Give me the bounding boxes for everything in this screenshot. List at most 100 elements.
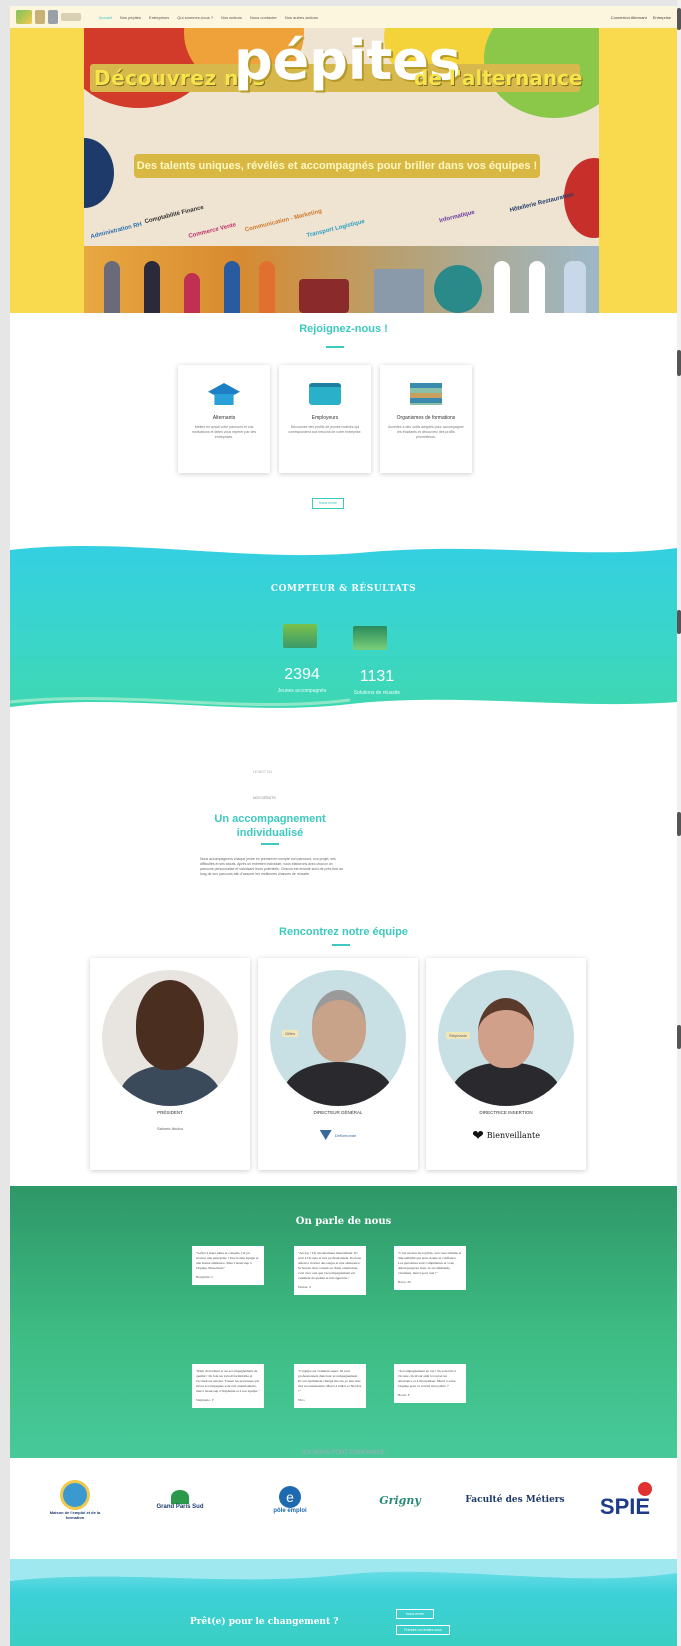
testimonial-author: Stéphanie. V	[196, 1398, 215, 1402]
cta-appointment-button[interactable]: Prendre un rendez-vous	[396, 1625, 450, 1635]
section-text: Nous accompagnons chaque jeune en prenan…	[200, 857, 343, 876]
partner-logo-icon	[60, 1480, 90, 1510]
partner-logo[interactable]: Grigny	[360, 1476, 440, 1524]
section-label: NOS DÉBUTS	[253, 796, 276, 800]
nav-item-contact[interactable]: Nous contacter	[250, 15, 277, 20]
team-title: Rencontrez notre équipe	[279, 926, 408, 938]
partner-name: SPIE	[599, 1494, 651, 1519]
illustration-figure	[104, 261, 120, 313]
testimonial-text: "Rien d'excellent et un accompagnement d…	[196, 1369, 260, 1393]
avatar-body	[120, 1065, 220, 1106]
testimonial-card: "Accompagnement au top ! Ils sont très à…	[394, 1364, 466, 1403]
title-underline	[326, 346, 344, 348]
avatar: Gilles	[270, 970, 406, 1106]
illustration-figure	[184, 273, 200, 313]
header-bar: Accueil Nos pépites Entreprises Qui somm…	[10, 6, 677, 28]
cta-section: Prêt(e) pour le changement ? Nous écrire…	[10, 1559, 677, 1646]
avatar-body	[284, 1062, 392, 1106]
books-icon	[410, 383, 442, 405]
testimonial-author: Benjamin. L	[196, 1275, 214, 1279]
name-tag: Stéphanie	[446, 1032, 471, 1039]
nav-item-qui-sommes-nous[interactable]: Qui sommes-nous ?	[177, 15, 213, 20]
testimonial-author: Bouri. F	[398, 1393, 410, 1397]
testimonial-text: "Grâce à leurs idées et conseils, j'ai p…	[196, 1251, 259, 1270]
company-logo: Défiomonde	[298, 1122, 378, 1148]
contact-button[interactable]: Nous écrire	[312, 498, 344, 509]
partner-name: Maison de l'emploi et de la formation	[49, 1510, 101, 1520]
partner-logo[interactable]: Maison de l'emploi et de la formation	[40, 1476, 110, 1524]
avatar-head	[478, 998, 534, 1068]
testimonial-card: "C'est un lieu incroyable, avec une atti…	[394, 1246, 466, 1290]
nav-item-pepites[interactable]: Nos pépites	[120, 15, 141, 20]
card-alternants[interactable]: Alternants Mettez en avant votre parcour…	[178, 365, 270, 473]
section-title: Un accompagnement individualisé	[214, 813, 326, 839]
web-page: Accueil Nos pépites Entreprises Qui somm…	[10, 6, 677, 1646]
partner-name: pôle emploi	[273, 1508, 307, 1514]
graduation-cap-icon	[208, 383, 240, 405]
partner-logo[interactable]: SPIE	[585, 1476, 665, 1524]
avatar-head	[136, 980, 204, 1070]
testimonial-card: "Grâce à leurs idées et conseils, j'ai p…	[192, 1246, 264, 1285]
partner-logo[interactable]: Faculté des Métiers	[465, 1476, 565, 1524]
card-employeurs[interactable]: Employeurs Découvrez des profils de jeun…	[279, 365, 371, 473]
pole-emploi-icon: e	[279, 1486, 301, 1508]
title-underline	[332, 944, 350, 946]
illustration-figure	[259, 261, 275, 313]
card-title: Employeurs	[311, 415, 339, 421]
scroll-marker	[677, 610, 681, 634]
partner-name: Grand Paris Sud	[156, 1504, 204, 1510]
testimonial-text: "C'est un lieu incroyable, avec une atti…	[398, 1251, 462, 1275]
people-group-icon	[283, 624, 317, 648]
avatar: Stéphanie	[438, 970, 574, 1106]
wave-decoration	[10, 542, 677, 737]
team-card-president[interactable]: PRÉSIDENT Salomé Abdou	[90, 958, 250, 1170]
tech-figure	[434, 265, 482, 313]
briefcase-icon	[309, 383, 341, 405]
card-title: Alternants	[212, 415, 236, 421]
company-logo: ❤ Bienveillante	[466, 1122, 546, 1148]
scroll-thumb[interactable]	[677, 8, 681, 30]
cta-contact-button[interactable]: Nous écrire	[396, 1609, 434, 1619]
category-label: Commerce Vente	[187, 222, 237, 240]
partners-title: ILS NOUS FONT CONFIANCE	[302, 1450, 385, 1456]
partner-logo[interactable]: e pôle emploi	[255, 1476, 325, 1524]
logo-icon	[48, 10, 58, 24]
testimonial-text: "L'équipe est vraiment super. Ils sont p…	[298, 1369, 362, 1393]
nav-item-entreprises[interactable]: Entreprises	[149, 15, 169, 20]
partner-logo[interactable]: Grand Paris Sud	[140, 1476, 220, 1524]
login-entreprise-link[interactable]: Entreprise	[653, 15, 671, 20]
nav-item-actions[interactable]: Nos actions	[221, 15, 242, 20]
login-alternant-link[interactable]: Connexion Alternant	[611, 15, 647, 20]
success-icon	[353, 626, 387, 650]
illustration-figure	[494, 261, 510, 313]
testimonial-card: "L'équipe est vraiment super. Ils sont p…	[294, 1364, 366, 1408]
testimonial-card: "Au top ! Un encadrement bienveillant. I…	[294, 1246, 366, 1295]
testimonials-section: On parle de nous "Grâce à leurs idées et…	[10, 1186, 677, 1458]
factory-figure	[374, 269, 424, 313]
testimonial-author: Dialan. S	[298, 1285, 312, 1289]
testimonial-card: "Rien d'excellent et un accompagnement d…	[192, 1364, 264, 1408]
truck-figure	[299, 279, 349, 313]
member-role: DIRECTRICE INSERTION	[479, 1110, 533, 1115]
team-card-directeur[interactable]: Gilles DIRECTEUR GÉNÉRAL Défiomonde	[258, 958, 418, 1170]
partner-name: Grigny	[379, 1493, 421, 1507]
avatar	[102, 970, 238, 1106]
testimonial-author: Nico	[298, 1398, 305, 1402]
logo-icon	[16, 10, 32, 24]
member-role: PRÉSIDENT	[157, 1110, 183, 1115]
team-card-directrice[interactable]: Stéphanie DIRECTRICE INSERTION ❤ Bienvei…	[426, 958, 586, 1170]
main-nav: Accueil Nos pépites Entreprises Qui somm…	[99, 15, 318, 20]
card-organismes[interactable]: Organismes de formations Accédez à des o…	[380, 365, 472, 473]
nav-item-autres-actions[interactable]: Nos autres actions	[285, 15, 318, 20]
card-title: Organismes de formations	[396, 415, 456, 421]
testimonial-author: Barry. M	[398, 1280, 411, 1284]
illustration-figure	[564, 261, 586, 313]
join-title: Rejoignez-nous !	[299, 323, 388, 335]
hero-section: Découvrez nos pépites de l'alternance De…	[10, 28, 677, 313]
site-logos[interactable]	[16, 10, 81, 24]
scroll-marker	[677, 1025, 681, 1049]
page-scrollbar[interactable]	[677, 0, 681, 1646]
category-label: Informatique	[438, 209, 476, 225]
nav-item-accueil[interactable]: Accueil	[99, 15, 112, 20]
stat-value: 1131	[359, 668, 395, 685]
